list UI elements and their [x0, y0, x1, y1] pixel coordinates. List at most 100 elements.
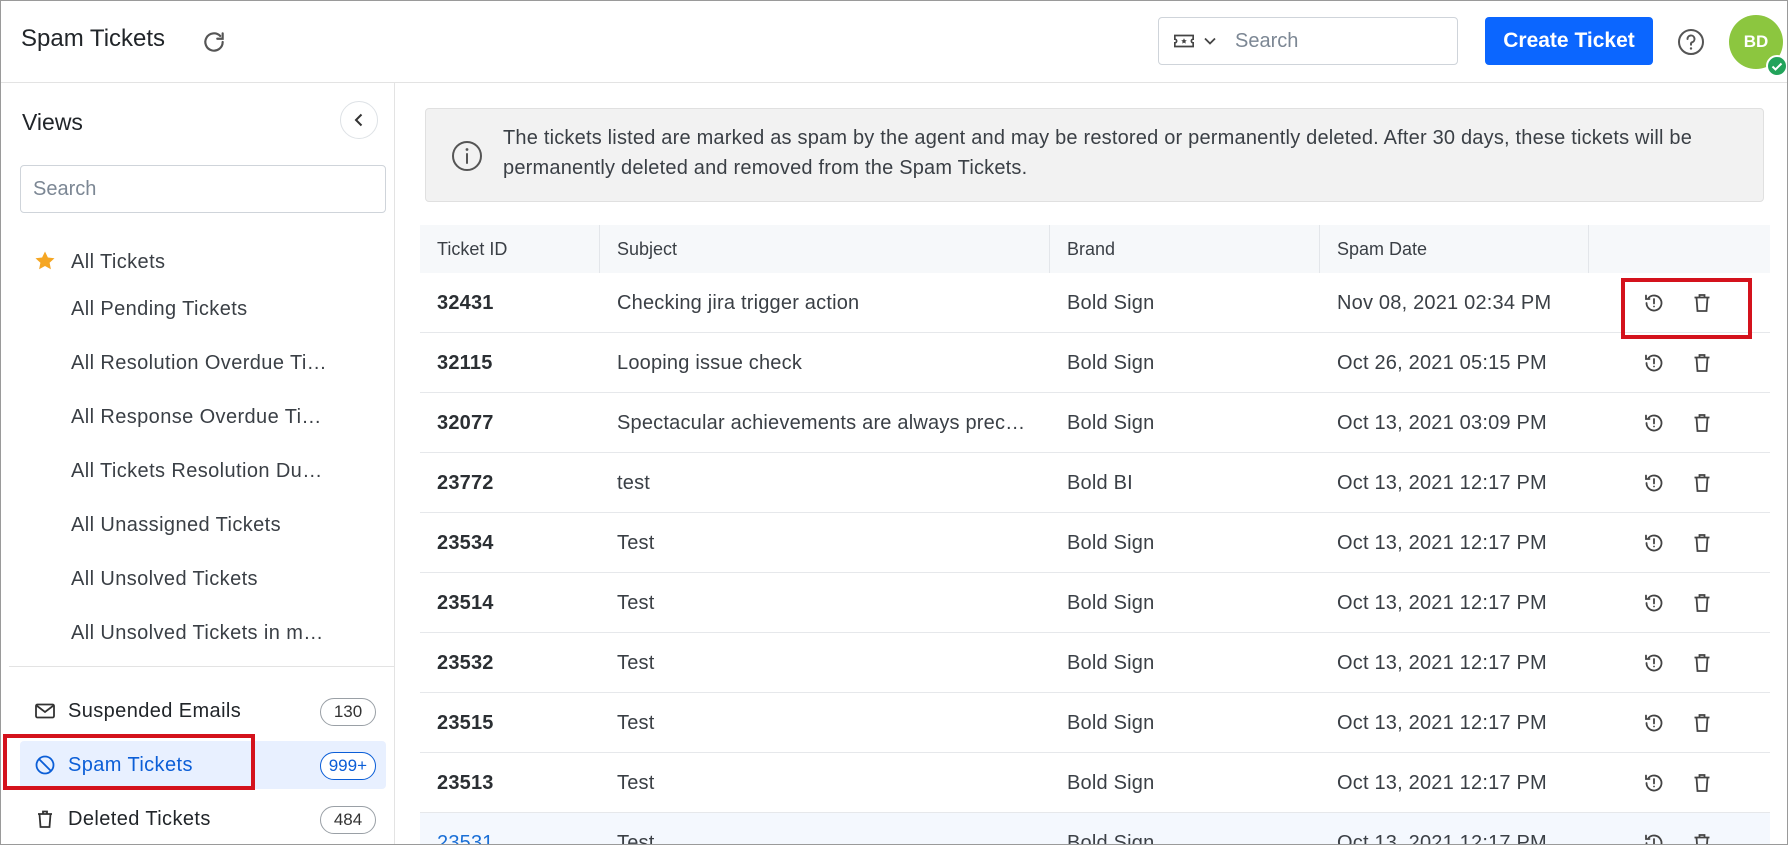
collapse-sidebar-button[interactable] — [340, 101, 378, 139]
table-row[interactable]: 23531 Test Bold Sign Oct 13, 2021 12:17 … — [420, 813, 1770, 845]
column-header-subject[interactable]: Subject — [600, 225, 1050, 273]
view-item-label: All Resolution Overdue Ti… — [71, 352, 328, 374]
delete-icon[interactable] — [1690, 831, 1714, 845]
check-icon — [1771, 62, 1783, 71]
table-row[interactable]: 32431 Checking jira trigger action Bold … — [420, 273, 1770, 333]
view-item-response-overdue[interactable]: All Response Overdue Ti… — [9, 392, 387, 440]
row-actions — [1642, 771, 1742, 795]
table-header: Ticket ID Subject Brand Spam Date — [420, 225, 1770, 273]
table-row[interactable]: 23772 test Bold BI Oct 13, 2021 12:17 PM — [420, 453, 1770, 513]
count-badge: 999+ — [319, 752, 376, 780]
folder-suspended-emails[interactable]: Suspended Emails 130 — [20, 687, 386, 735]
brand-cell: Bold BI — [1067, 472, 1133, 494]
view-item-resolution-due[interactable]: All Tickets Resolution Du… — [9, 446, 387, 494]
restore-icon[interactable] — [1642, 651, 1666, 675]
delete-icon[interactable] — [1690, 411, 1714, 435]
delete-icon[interactable] — [1690, 471, 1714, 495]
brand-cell: Bold Sign — [1067, 352, 1155, 374]
table-row[interactable]: 32115 Looping issue check Bold Sign Oct … — [420, 333, 1770, 393]
subject-cell: Test — [617, 532, 655, 554]
view-item-all-tickets[interactable]: All Tickets — [9, 237, 387, 285]
spam-date-cell: Oct 13, 2021 03:09 PM — [1337, 412, 1547, 434]
help-icon[interactable] — [1676, 27, 1706, 57]
view-item-label: All Tickets — [71, 251, 166, 273]
table-row[interactable]: 23514 Test Bold Sign Oct 13, 2021 12:17 … — [420, 573, 1770, 633]
app-window: Spam Tickets Create Ticket BD — [0, 0, 1788, 845]
restore-icon[interactable] — [1642, 351, 1666, 375]
column-header-spam-date[interactable]: Spam Date — [1320, 225, 1589, 273]
global-search-input[interactable] — [1235, 26, 1445, 56]
ticket-id-cell[interactable]: 23531 — [420, 813, 600, 844]
spam-date-cell: Oct 13, 2021 12:17 PM — [1337, 472, 1547, 494]
refresh-icon[interactable] — [201, 29, 227, 55]
row-actions — [1642, 591, 1742, 615]
view-item-resolution-overdue[interactable]: All Resolution Overdue Ti… — [9, 338, 387, 386]
ticket-id-cell[interactable]: 23534 — [420, 513, 600, 573]
create-ticket-button[interactable]: Create Ticket — [1485, 17, 1653, 65]
star-icon[interactable] — [33, 249, 57, 273]
views-search[interactable] — [20, 165, 386, 213]
view-item-label: All Tickets Resolution Du… — [71, 460, 323, 482]
folder-deleted-tickets[interactable]: Deleted Tickets 484 — [20, 795, 386, 843]
folder-label: Suspended Emails — [68, 700, 242, 722]
global-search[interactable] — [1158, 17, 1458, 65]
table-row[interactable]: 23532 Test Bold Sign Oct 13, 2021 12:17 … — [420, 633, 1770, 693]
delete-icon[interactable] — [1690, 591, 1714, 615]
ticket-id-cell[interactable]: 23514 — [420, 573, 600, 633]
mail-icon — [35, 703, 55, 719]
subject-cell: Test — [617, 712, 655, 734]
view-item-all-pending[interactable]: All Pending Tickets — [9, 284, 387, 332]
brand-cell: Bold Sign — [1067, 772, 1155, 794]
view-item-label: All Response Overdue Ti… — [71, 406, 322, 428]
delete-icon[interactable] — [1690, 771, 1714, 795]
restore-icon[interactable] — [1642, 411, 1666, 435]
view-item-label: All Unassigned Tickets — [71, 514, 282, 536]
row-actions — [1642, 711, 1742, 735]
chevron-down-icon[interactable] — [1203, 34, 1217, 48]
ticket-id-cell[interactable]: 32077 — [420, 393, 600, 453]
spam-date-cell: Nov 08, 2021 02:34 PM — [1337, 292, 1552, 314]
restore-icon[interactable] — [1642, 831, 1666, 845]
view-item-unsolved-in-m[interactable]: All Unsolved Tickets in m… — [9, 608, 387, 656]
column-header-brand[interactable]: Brand — [1050, 225, 1320, 273]
restore-icon[interactable] — [1642, 771, 1666, 795]
ticket-id-cell[interactable]: 23513 — [420, 753, 600, 813]
delete-icon[interactable] — [1690, 351, 1714, 375]
view-item-unsolved[interactable]: All Unsolved Tickets — [9, 554, 387, 602]
delete-icon[interactable] — [1690, 651, 1714, 675]
ticket-id-cell[interactable]: 23772 — [420, 453, 600, 513]
brand-cell: Bold Sign — [1067, 292, 1155, 314]
brand-cell: Bold Sign — [1067, 532, 1155, 554]
delete-icon[interactable] — [1690, 711, 1714, 735]
ticket-icon[interactable] — [1173, 32, 1195, 50]
table-row[interactable]: 23513 Test Bold Sign Oct 13, 2021 12:17 … — [420, 753, 1770, 813]
views-search-input[interactable] — [33, 175, 373, 203]
ticket-id-cell[interactable]: 32115 — [420, 333, 600, 393]
brand-cell: Bold Sign — [1067, 412, 1155, 434]
restore-icon[interactable] — [1642, 711, 1666, 735]
ticket-id-cell[interactable]: 32431 — [420, 273, 600, 333]
table-row[interactable]: 23534 Test Bold Sign Oct 13, 2021 12:17 … — [420, 513, 1770, 573]
delete-icon[interactable] — [1690, 531, 1714, 555]
table-row[interactable]: 23515 Test Bold Sign Oct 13, 2021 12:17 … — [420, 693, 1770, 753]
restore-icon[interactable] — [1642, 591, 1666, 615]
column-header-actions — [1589, 225, 1770, 273]
restore-icon[interactable] — [1642, 531, 1666, 555]
info-banner: The tickets listed are marked as spam by… — [425, 108, 1764, 202]
table-row[interactable]: 32077 Spectacular achievements are alway… — [420, 393, 1770, 453]
subject-cell: Looping issue check — [617, 352, 803, 374]
column-header-ticket-id[interactable]: Ticket ID — [420, 225, 600, 273]
chevron-left-icon — [354, 113, 363, 127]
view-item-label: All Unsolved Tickets — [71, 568, 258, 590]
view-item-unassigned[interactable]: All Unassigned Tickets — [9, 500, 387, 548]
top-header: Spam Tickets Create Ticket BD — [1, 1, 1787, 83]
sidebar-divider — [9, 666, 395, 667]
restore-icon[interactable] — [1642, 471, 1666, 495]
highlight-box-spam-folder — [3, 734, 255, 790]
subject-cell: Checking jira trigger action — [617, 292, 860, 314]
ticket-id-cell[interactable]: 23532 — [420, 633, 600, 693]
brand-cell: Bold Sign — [1067, 652, 1155, 674]
spam-date-cell: Oct 13, 2021 12:17 PM — [1337, 772, 1547, 794]
ticket-id-cell[interactable]: 23515 — [420, 693, 600, 753]
spam-date-cell: Oct 13, 2021 12:17 PM — [1337, 832, 1547, 845]
